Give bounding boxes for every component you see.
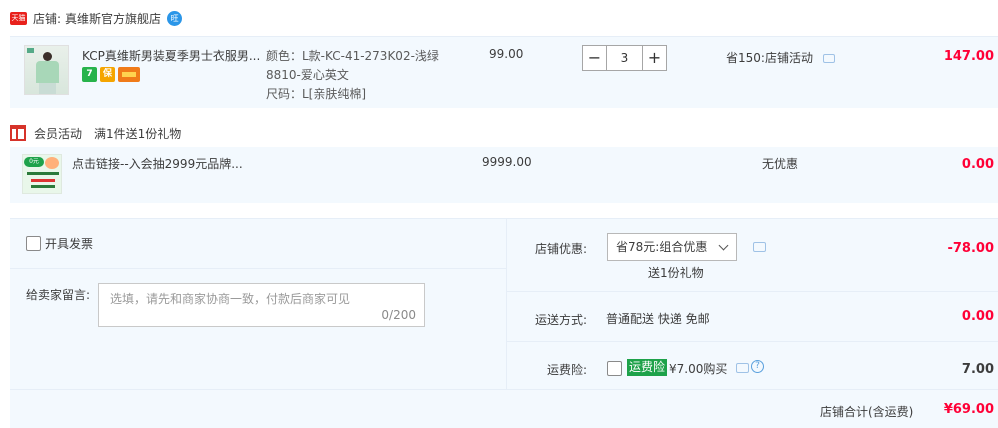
sku-size-line: 尺码：L[亲肤纯棉] — [266, 87, 367, 101]
gift-price: 9999.00 — [482, 155, 532, 169]
shop-total-row: 店铺合计(含运费) ¥69.00 — [10, 389, 998, 428]
credit-card-icon[interactable] — [118, 67, 140, 82]
gift-zero-tag: 0元 — [24, 157, 44, 167]
seller-memo-textarea[interactable]: 选填，请先和商家协商一致，付款后商家可见 0/200 — [98, 283, 425, 327]
insurance-info-icon[interactable] — [736, 363, 749, 373]
discount-selected-value: 省78元:组合优惠 — [616, 240, 708, 254]
member-activity-desc: 满1件送1份礼物 — [94, 126, 182, 141]
member-activity-label: 会员活动 — [34, 126, 83, 141]
shipping-method: 普通配送 快递 免邮 — [606, 312, 710, 326]
product-thumbnail[interactable] — [24, 45, 69, 95]
invoice-option[interactable]: 开具发票 — [26, 235, 93, 252]
gift-text-bar — [27, 172, 59, 175]
gift-item-row: 0元 点击链接--入会抽2999元品牌... 9999.00 无优惠 0.00 — [10, 147, 998, 203]
insurance-label: 运费险: — [546, 363, 587, 377]
sku-color-line-cont: 8810-爱心英文 — [266, 68, 349, 82]
tmall-logo-icon: 天猫 — [10, 11, 27, 25]
model-head-shape — [43, 52, 52, 61]
product-title-link[interactable]: KCP真维斯男装夏季男士衣服男... — [82, 47, 262, 64]
sku-color-line: 颜色：L款-KC-41-273K02-浅绿 — [266, 49, 439, 63]
model-pants-shape — [39, 83, 56, 94]
memo-label: 给卖家留言: — [26, 288, 91, 302]
item-subtotal: 147.00 — [943, 49, 994, 64]
gift-phone-shape — [45, 157, 59, 169]
item-promo-text: 省150:店铺活动 — [726, 51, 813, 65]
unit-price: 99.00 — [489, 47, 524, 61]
insurance-price: ¥7.00购买 — [669, 362, 728, 376]
gift-promo: 无优惠 — [762, 157, 799, 171]
wangwang-chat-icon[interactable]: 旺 — [167, 10, 183, 26]
shop-total-label: 店铺合计(含运费) — [820, 405, 914, 419]
memo-placeholder: 选填，请先和商家协商一致，付款后商家可见 — [110, 292, 351, 306]
gift-text-bar — [31, 179, 55, 182]
shop-name-link[interactable]: 真维斯官方旗舰店 — [65, 10, 161, 27]
insurance-fee: 7.00 — [961, 362, 994, 377]
model-shirt-shape — [36, 61, 59, 83]
quantity-decrease-button[interactable]: − — [582, 45, 607, 71]
promo-info-icon[interactable] — [822, 54, 835, 63]
service-badges: 7 保 — [82, 67, 140, 82]
divider — [10, 268, 506, 269]
shop-discount-label: 店铺优惠: — [534, 242, 587, 256]
memo-char-count: 0/200 — [381, 308, 416, 322]
gift-title-link[interactable]: 点击链接--入会抽2999元品牌... — [72, 155, 243, 172]
insurance-checkbox[interactable] — [607, 361, 622, 376]
shop-total-value: ¥69.00 — [943, 402, 994, 417]
help-icon[interactable]: ? — [751, 360, 764, 373]
gift-subtotal: 0.00 — [961, 157, 994, 172]
invoice-checkbox[interactable] — [26, 236, 41, 251]
discount-info-icon[interactable] — [753, 242, 766, 252]
insurance-tag: 运费险 — [627, 359, 668, 376]
discount-value: -78.00 — [947, 241, 994, 256]
member-activity-header: 会员活动 满1件送1份礼物 — [10, 121, 181, 145]
summary-right-panel: 店铺优惠: 省78元:组合优惠 送1份礼物 -78.00 运送方式: 普通配送 … — [506, 219, 998, 389]
shop-label: 店铺: — [33, 11, 62, 26]
invoice-label: 开具发票 — [45, 237, 94, 251]
quantity-stepper: − 3 + — [582, 45, 667, 71]
shipping-fee: 0.00 — [961, 309, 994, 324]
discount-gift-note: 送1份礼物 — [648, 266, 704, 280]
quantity-increase-button[interactable]: + — [642, 45, 667, 71]
divider — [507, 341, 998, 342]
quantity-input[interactable]: 3 — [607, 45, 642, 71]
item-promo: 省150:店铺活动 — [726, 49, 835, 66]
cart-item-row: KCP真维斯男装夏季男士衣服男... 7 保 颜色：L款-KC-41-273K0… — [10, 36, 998, 108]
guarantee-icon[interactable]: 保 — [100, 67, 115, 82]
gift-text-bar — [31, 185, 55, 188]
shop-header: 天猫 店铺: 真维斯官方旗舰店 旺 — [0, 0, 998, 36]
divider — [507, 291, 998, 292]
summary-left-panel: 开具发票 给卖家留言: 选填，请先和商家协商一致，付款后商家可见 0/200 — [10, 219, 506, 389]
seven-day-return-icon[interactable]: 7 — [82, 67, 97, 82]
thumbnail-tag-icon — [27, 48, 34, 53]
shop-discount-select[interactable]: 省78元:组合优惠 — [607, 233, 737, 261]
order-summary: 开具发票 给卖家留言: 选填，请先和商家协商一致，付款后商家可见 0/200 店… — [10, 218, 998, 428]
chevron-down-icon — [718, 240, 729, 251]
product-sku: 颜色：L款-KC-41-273K02-浅绿 8810-爱心英文 尺码：L[亲肤纯… — [266, 47, 439, 104]
shipping-label: 运送方式: — [534, 313, 587, 327]
gift-thumbnail[interactable]: 0元 — [22, 154, 62, 194]
gift-icon — [10, 125, 26, 141]
